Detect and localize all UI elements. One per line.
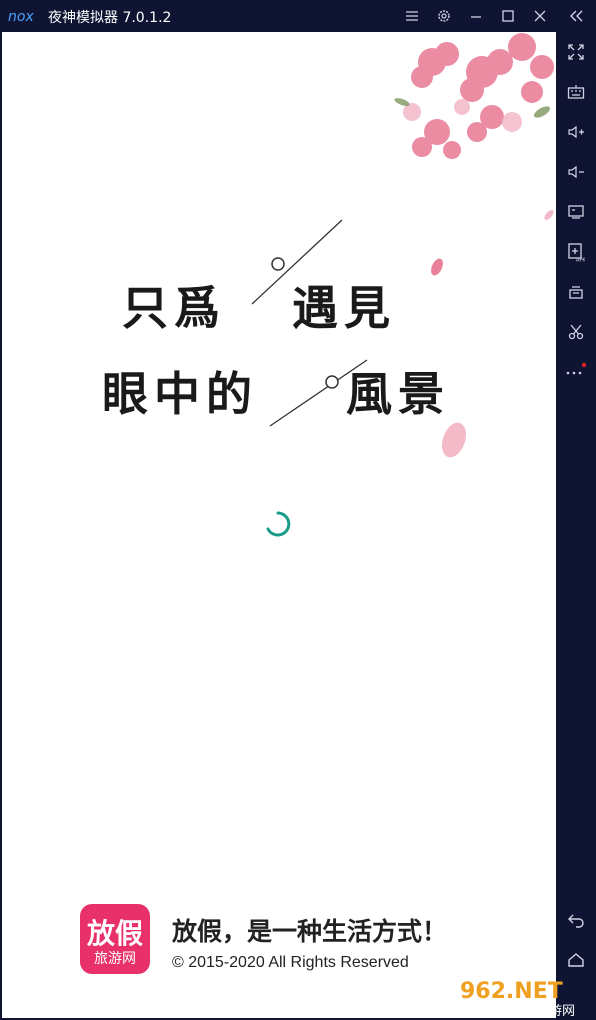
logo-main-text: 放假 [86, 917, 143, 950]
slogan: 放假，是一种生活方式！ [172, 917, 448, 946]
emulator-sidebar: APK [556, 32, 596, 1020]
svg-text:962.NET: 962.NET [460, 979, 563, 1004]
loading-spinner [266, 511, 291, 537]
poem-line2-part2: 風景 [346, 367, 450, 421]
screen-icon[interactable] [564, 200, 588, 224]
minimize-icon[interactable] [466, 6, 486, 26]
svg-text:乐游网: 乐游网 [536, 1004, 575, 1019]
logo-sub-text: 旅游网 [94, 951, 136, 967]
more-icon[interactable] [564, 358, 588, 382]
petal-decoration [431, 258, 443, 276]
volume-up-icon[interactable] [564, 120, 588, 144]
petal-decoration [544, 210, 554, 220]
emulator-screen[interactable]: 只爲 遇見 眼中的 風景 放假 旅游网 放假，是一种生活方式！ © 2015-2… [2, 32, 556, 1018]
maximize-icon[interactable] [498, 6, 518, 26]
scissors-icon[interactable] [564, 320, 588, 344]
cherry-blossom-illustration [394, 33, 554, 159]
volume-down-icon[interactable] [564, 160, 588, 184]
settings-icon[interactable] [434, 6, 454, 26]
poem-line2-part1: 眼中的 [102, 367, 258, 421]
back-icon[interactable] [564, 908, 588, 932]
multi-instance-icon[interactable] [564, 280, 588, 304]
poem-line1-part2: 遇見 [292, 281, 396, 335]
svg-text:nox: nox [8, 9, 34, 24]
install-apk-icon[interactable]: APK [564, 240, 588, 264]
app-title: 夜神模拟器 7.0.1.2 [48, 10, 172, 26]
menu-icon[interactable] [402, 6, 422, 26]
svg-text:APK: APK [576, 258, 585, 263]
title-bar: nox 夜神模拟器 7.0.1.2 [0, 0, 596, 32]
keyboard-icon[interactable] [564, 80, 588, 104]
site-watermark: 962.NET 乐游网 [460, 979, 575, 1019]
copyright-text: © 2015-2020 All Rights Reserved [172, 954, 409, 971]
poem-line1-part1: 只爲 [122, 281, 226, 335]
collapse-sidebar-icon[interactable] [566, 6, 586, 26]
home-icon[interactable] [564, 948, 588, 972]
close-icon[interactable] [530, 6, 550, 26]
fullscreen-icon[interactable] [564, 40, 588, 64]
nox-logo: nox [8, 9, 34, 24]
fangjia-logo: 放假 旅游网 [80, 904, 150, 974]
